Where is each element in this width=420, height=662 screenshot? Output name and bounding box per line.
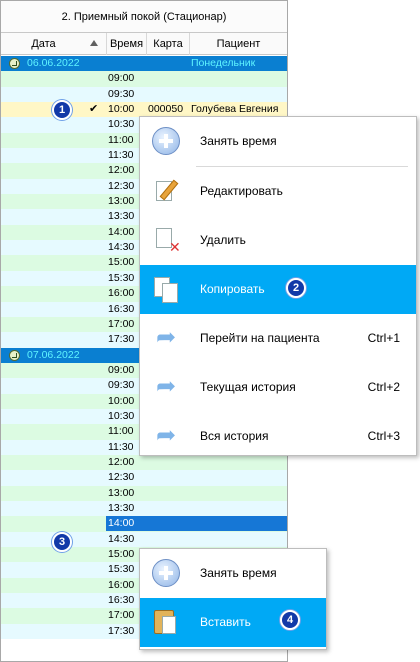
time-cell: 15:00: [108, 548, 135, 560]
time-cell: 11:00: [108, 133, 134, 146]
time-cell: 09:00: [108, 363, 135, 376]
time-cell: 09:30: [108, 87, 135, 100]
patient-cell: Голубева Евгения: [191, 103, 279, 116]
time-cell: 16:00: [108, 578, 135, 591]
time-cell: 17:30: [108, 624, 135, 637]
time-cell: 15:30: [108, 271, 135, 284]
menu-item-current-history[interactable]: ➦ Текущая история Ctrl+2: [140, 363, 416, 412]
menu-item-go-to-patient[interactable]: ➦ Перейти на пациента Ctrl+1: [140, 314, 416, 363]
date-column-header[interactable]: Дата: [1, 33, 107, 55]
menu-item-shortcut: Ctrl+3: [367, 429, 400, 443]
edit-icon: [152, 177, 180, 205]
arrow-icon: ➦: [155, 373, 177, 400]
group-date: 07.06.2022: [27, 348, 80, 361]
menu-item-copy[interactable]: Копировать: [140, 265, 416, 314]
table-row[interactable]: 09:00: [1, 71, 287, 87]
time-cell: 15:00: [108, 256, 135, 269]
menu-item-label: Удалить: [200, 233, 246, 247]
arrow-icon: ➦: [155, 422, 177, 449]
time-cell: 16:30: [108, 594, 135, 607]
menu-item-label: Вставить: [200, 615, 251, 629]
card-cell: 000050: [148, 103, 184, 116]
time-cell: 13:00: [108, 486, 135, 499]
check-icon: ✔: [89, 103, 99, 116]
collapse-icon[interactable]: [9, 58, 20, 69]
time-cell: 13:30: [108, 501, 135, 514]
grid-title: 2. Приемный покой (Стационар): [1, 1, 287, 33]
time-cell: 14:00: [108, 225, 135, 238]
menu-item-label: Редактировать: [200, 184, 283, 198]
menu-item-take-time[interactable]: Занять время: [140, 549, 326, 598]
group-date: 06.06.2022: [27, 57, 80, 69]
table-row[interactable]: 13:30: [1, 500, 287, 517]
time-cell: 10:00: [108, 103, 135, 116]
menu-item-edit[interactable]: Редактировать: [140, 167, 416, 216]
time-cell: 17:00: [108, 609, 135, 622]
sort-ascending-icon: [90, 40, 98, 46]
time-cell: 11:30: [108, 440, 134, 453]
time-cell: 14:30: [108, 532, 135, 545]
menu-item-label: Вся история: [200, 429, 269, 443]
step-badge-4: 4: [280, 610, 300, 630]
context-menu-row: Занять время Редактировать ✕ Удалить Коп…: [139, 116, 417, 456]
focused-table-row[interactable]: 14:00: [1, 516, 287, 532]
time-cell: 09:30: [108, 379, 135, 392]
time-cell: 13:00: [108, 195, 135, 208]
day-group-row[interactable]: 06.06.2022 Понедельник: [1, 56, 287, 72]
group-weekday: Понедельник: [191, 57, 256, 69]
time-cell: 17:00: [108, 317, 135, 330]
time-cell: 13:30: [108, 210, 135, 223]
time-cell: 17:30: [108, 333, 135, 346]
paste-icon: [152, 608, 180, 636]
menu-item-delete[interactable]: ✕ Удалить: [140, 216, 416, 265]
time-cell: 09:00: [108, 72, 135, 85]
time-cell: 14:30: [108, 241, 135, 254]
time-cell: 15:30: [108, 563, 135, 576]
time-cell: 16:30: [108, 302, 135, 315]
delete-icon: ✕: [152, 226, 181, 254]
table-row[interactable]: 09:30: [1, 86, 287, 103]
menu-item-label: Перейти на пациента: [200, 331, 320, 345]
menu-item-take-time[interactable]: Занять время: [140, 117, 416, 166]
time-cell: 10:30: [108, 409, 135, 422]
time-cell: 12:00: [108, 164, 135, 177]
time-cell: 12:30: [108, 471, 135, 484]
step-badge-2: 2: [286, 278, 306, 298]
table-row[interactable]: 14:30: [1, 531, 287, 547]
plus-circle-icon: [152, 127, 180, 155]
plus-circle-icon: [152, 559, 180, 587]
time-cell: 12:00: [108, 455, 135, 468]
menu-item-label: Копировать: [200, 282, 265, 296]
time-cell: 12:30: [108, 179, 135, 192]
card-column-header[interactable]: Карта: [147, 33, 190, 55]
menu-item-label: Текущая история: [200, 380, 296, 394]
menu-item-label: Занять время: [200, 134, 277, 148]
time-cell: 16:00: [108, 287, 135, 300]
time-cell: 14:00: [106, 516, 287, 532]
time-cell: 11:30: [108, 149, 134, 162]
step-badge-1: 1: [52, 100, 72, 120]
menu-item-shortcut: Ctrl+1: [367, 331, 400, 345]
step-badge-3: 3: [52, 532, 72, 552]
menu-item-full-history[interactable]: ➦ Вся история Ctrl+3: [140, 412, 416, 461]
copy-icon: [152, 275, 180, 303]
arrow-icon: ➦: [155, 324, 177, 351]
context-menu-empty: Занять время Вставить: [139, 548, 327, 650]
time-cell: 11:00: [108, 425, 134, 438]
time-cell: 10:00: [108, 394, 135, 407]
time-cell: 10:30: [108, 118, 135, 131]
time-column-header[interactable]: Время: [107, 33, 147, 55]
collapse-icon[interactable]: [9, 349, 20, 361]
menu-item-label: Занять время: [200, 566, 277, 580]
grid-header: Дата Время Карта Пациент: [1, 33, 287, 55]
date-column-label: Дата: [31, 38, 56, 50]
patient-column-header[interactable]: Пациент: [190, 33, 287, 55]
menu-item-shortcut: Ctrl+2: [367, 380, 400, 394]
table-row[interactable]: 13:00: [1, 485, 287, 501]
table-row[interactable]: 12:30: [1, 470, 287, 486]
